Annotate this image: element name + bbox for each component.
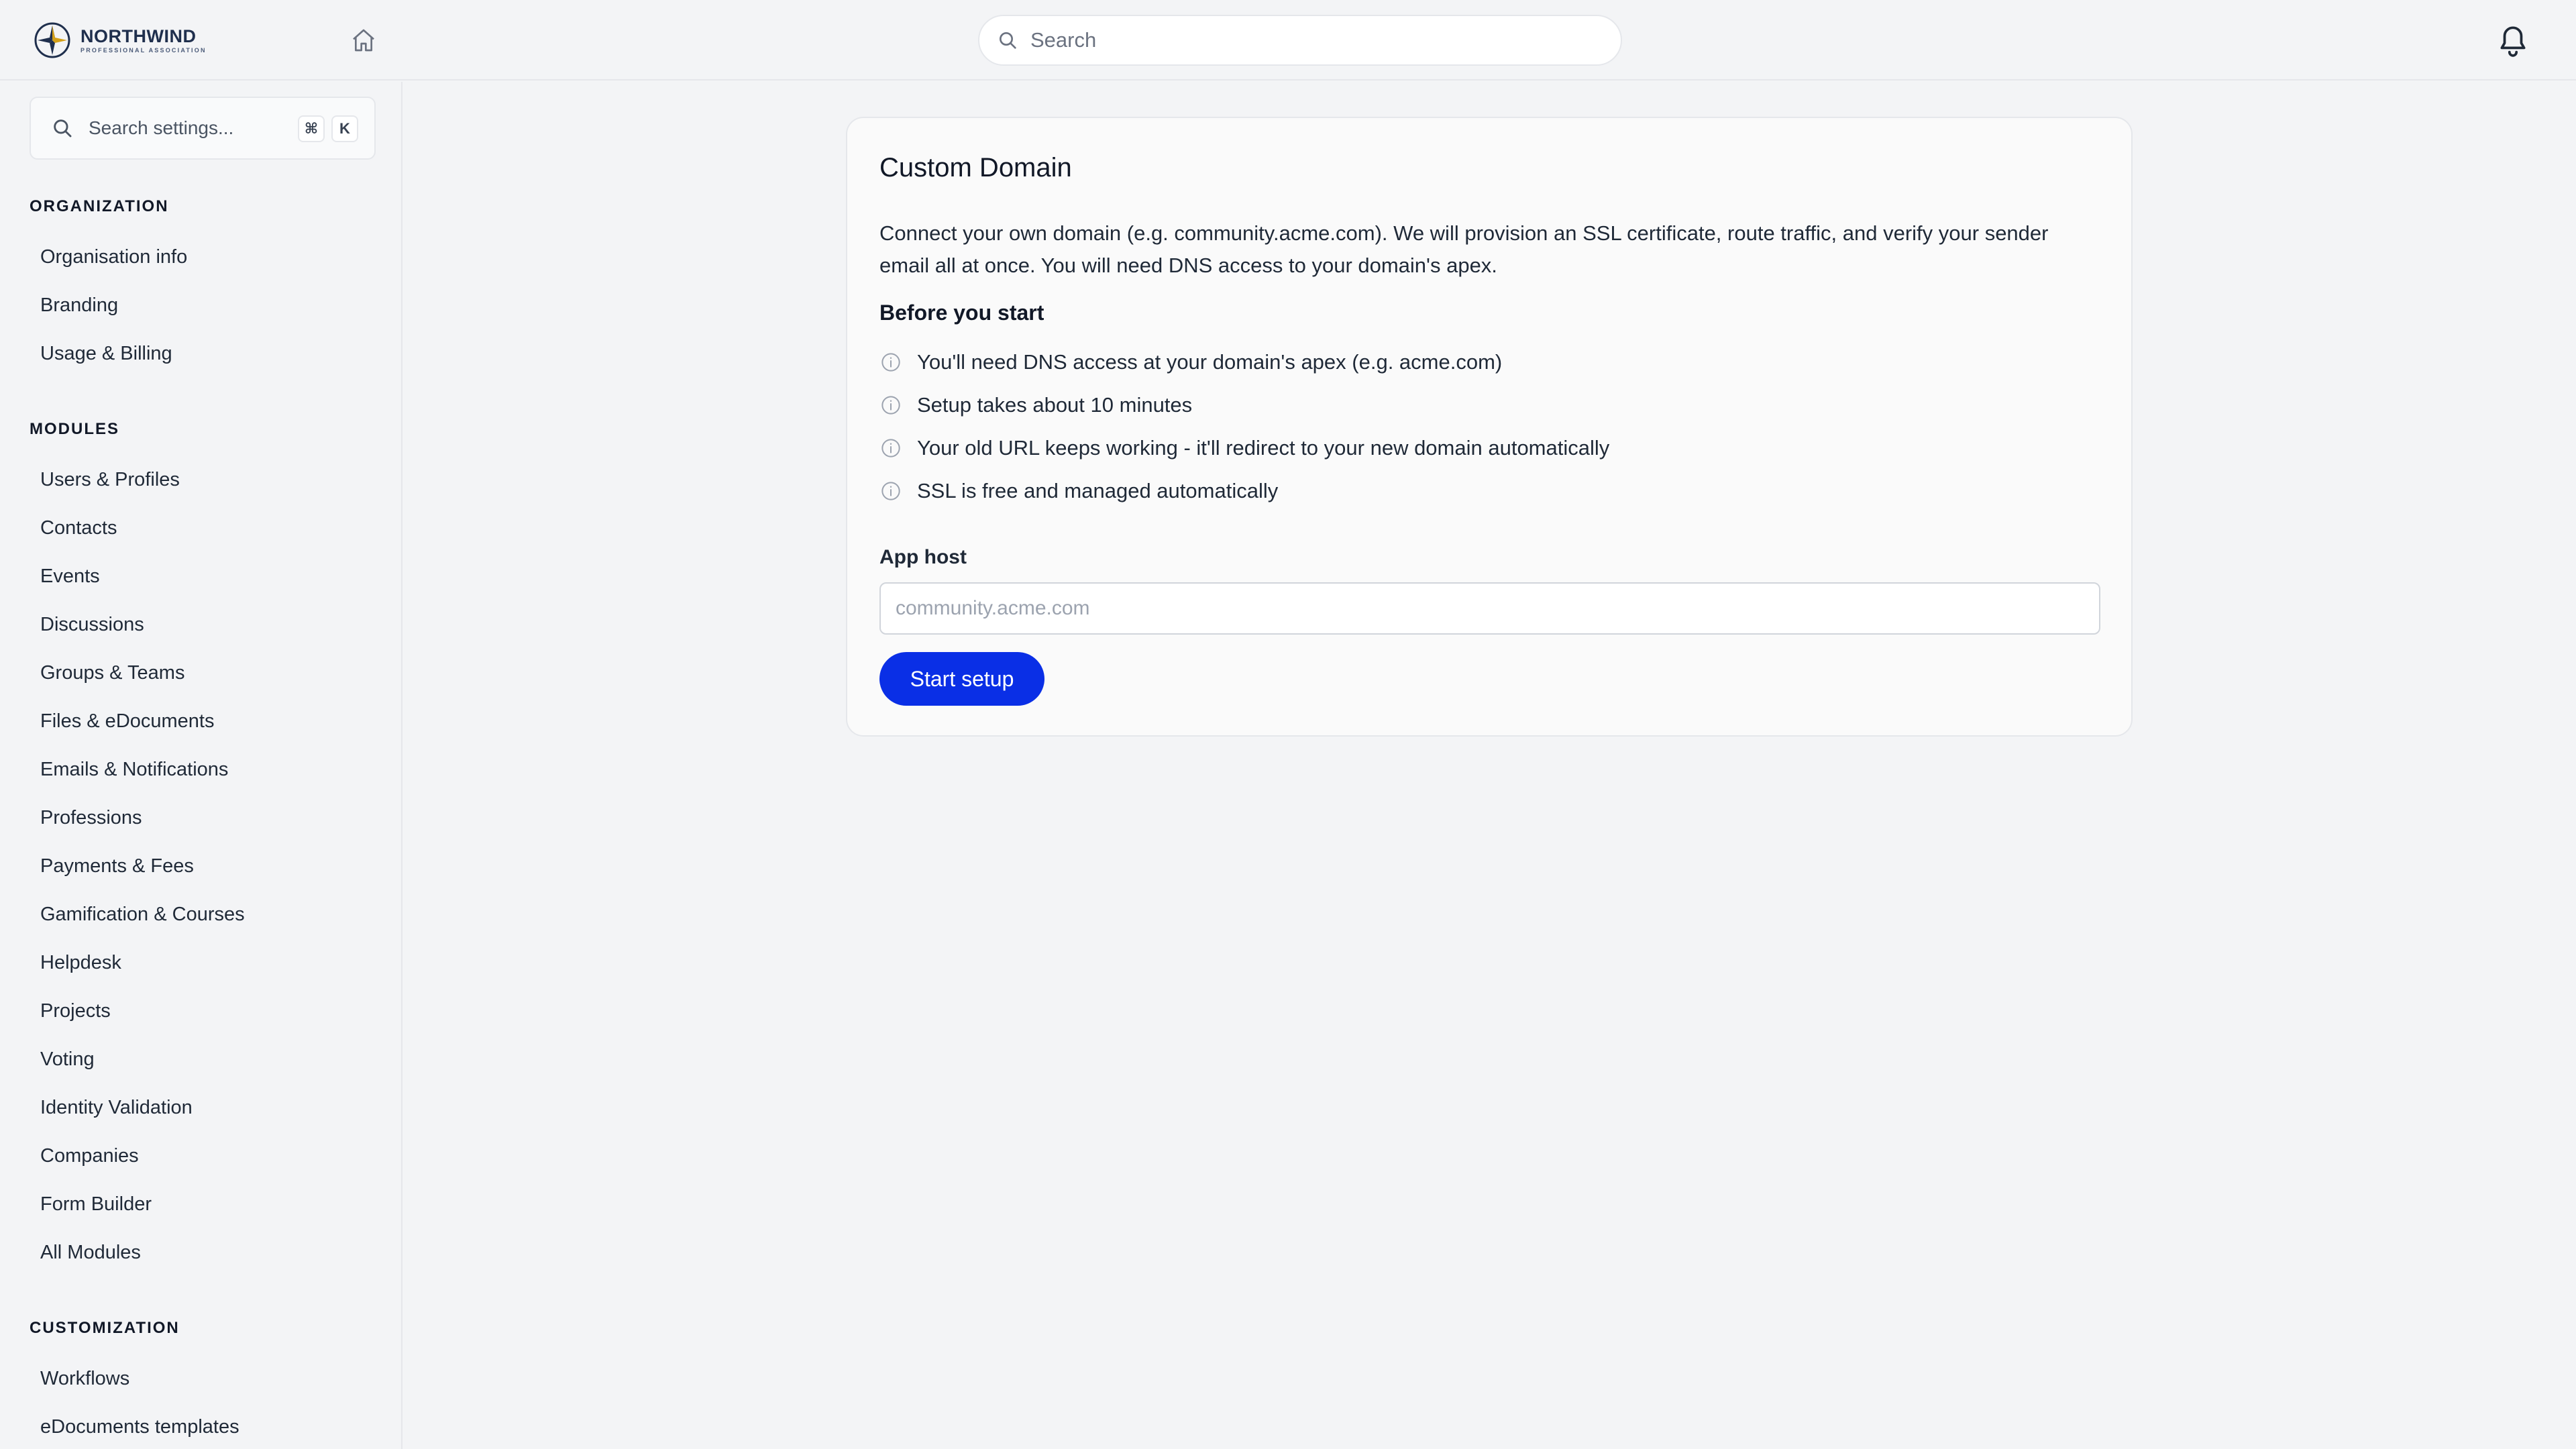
global-search-input[interactable] xyxy=(1030,28,1580,52)
sidebar-item-files-edocuments[interactable]: Files & eDocuments xyxy=(30,700,376,743)
sidebar-item-contacts[interactable]: Contacts xyxy=(30,506,376,549)
section-title-customization: CUSTOMIZATION xyxy=(30,1319,180,1337)
settings-sidebar: ⌘ K ORGANIZATION Organisation info Brand… xyxy=(0,82,402,1449)
card-description: Connect your own domain (e.g. community.… xyxy=(879,221,2049,277)
logo-name: NORTHWIND xyxy=(80,26,197,46)
sidebar-item-groups-teams[interactable]: Groups & Teams xyxy=(30,651,376,694)
search-icon xyxy=(54,119,72,138)
sidebar-item-gamification-courses[interactable]: Gamification & Courses xyxy=(30,893,376,936)
logo-subtitle: PROFESSIONAL ASSOCIATION xyxy=(80,47,207,54)
app-host-input[interactable] xyxy=(879,582,2100,635)
sidebar-item-users-profiles[interactable]: Users & Profiles xyxy=(30,458,376,501)
app-host-label: App host xyxy=(879,546,967,568)
sidebar-item-form-builder[interactable]: Form Builder xyxy=(30,1183,376,1226)
shortcut-key-k: K xyxy=(331,115,358,142)
shortcut-key-cmd: ⌘ xyxy=(298,115,325,142)
sidebar-item-emails-notifications[interactable]: Emails & Notifications xyxy=(30,748,376,791)
notifications-button[interactable] xyxy=(2494,20,2532,60)
sidebar-item-edocuments-templates[interactable]: eDocuments templates xyxy=(30,1405,376,1448)
sidebar-item-identity-validation[interactable]: Identity Validation xyxy=(30,1086,376,1129)
card-title: Custom Domain xyxy=(879,153,1072,182)
tip-item: SSL is free and managed automatically xyxy=(879,475,1278,507)
tip-text: SSL is free and managed automatically xyxy=(917,479,1279,502)
sidebar-item-usage-billing[interactable]: Usage & Billing xyxy=(30,332,376,375)
before-you-start-heading: Before you start xyxy=(879,301,1044,325)
sidebar-item-professions[interactable]: Professions xyxy=(30,796,376,839)
home-icon xyxy=(353,29,374,52)
settings-search-input[interactable] xyxy=(89,117,290,139)
sidebar-item-helpdesk[interactable]: Helpdesk xyxy=(30,941,376,984)
sidebar-item-events[interactable]: Events xyxy=(30,555,376,598)
start-setup-button[interactable]: Start setup xyxy=(879,652,1044,706)
sidebar-item-branding[interactable]: Branding xyxy=(30,284,376,327)
logo-compass-icon xyxy=(34,22,70,58)
tip-item: Your old URL keeps working - it'll redir… xyxy=(879,432,1609,464)
bell-icon xyxy=(2500,26,2526,57)
sidebar-item-all-modules[interactable]: All Modules xyxy=(30,1231,376,1274)
search-icon xyxy=(1000,32,1016,49)
sidebar-item-projects[interactable]: Projects xyxy=(30,989,376,1032)
section-title-modules: MODULES xyxy=(30,420,119,438)
sidebar-item-companies[interactable]: Companies xyxy=(30,1134,376,1177)
home-button[interactable] xyxy=(349,25,378,55)
tip-item: Setup takes about 10 minutes xyxy=(879,389,1192,421)
tip-text: Your old URL keeps working - it'll redir… xyxy=(917,436,1610,460)
custom-domain-card: Custom Domain Connect your own domain (e… xyxy=(846,117,2133,737)
sidebar-item-workflows[interactable]: Workflows xyxy=(30,1357,376,1400)
tip-item: You'll need DNS access at your domain's … xyxy=(879,346,1502,378)
info-icon xyxy=(879,351,902,374)
section-title-organization: ORGANIZATION xyxy=(30,197,169,215)
settings-search[interactable]: ⌘ K xyxy=(30,97,376,160)
sidebar-item-payments-fees[interactable]: Payments & Fees xyxy=(30,845,376,888)
global-search[interactable] xyxy=(978,15,1622,66)
sidebar-item-discussions[interactable]: Discussions xyxy=(30,603,376,646)
tip-text: You'll need DNS access at your domain's … xyxy=(917,350,1503,374)
top-bar: NORTHWIND PROFESSIONAL ASSOCIATION xyxy=(0,0,2576,80)
sidebar-item-organisation-info[interactable]: Organisation info xyxy=(30,235,376,278)
info-icon xyxy=(879,437,902,460)
info-icon xyxy=(879,480,902,502)
sidebar-item-voting[interactable]: Voting xyxy=(30,1038,376,1081)
logo[interactable]: NORTHWIND PROFESSIONAL ASSOCIATION xyxy=(34,21,207,59)
tip-text: Setup takes about 10 minutes xyxy=(917,393,1193,417)
info-icon xyxy=(879,394,902,417)
